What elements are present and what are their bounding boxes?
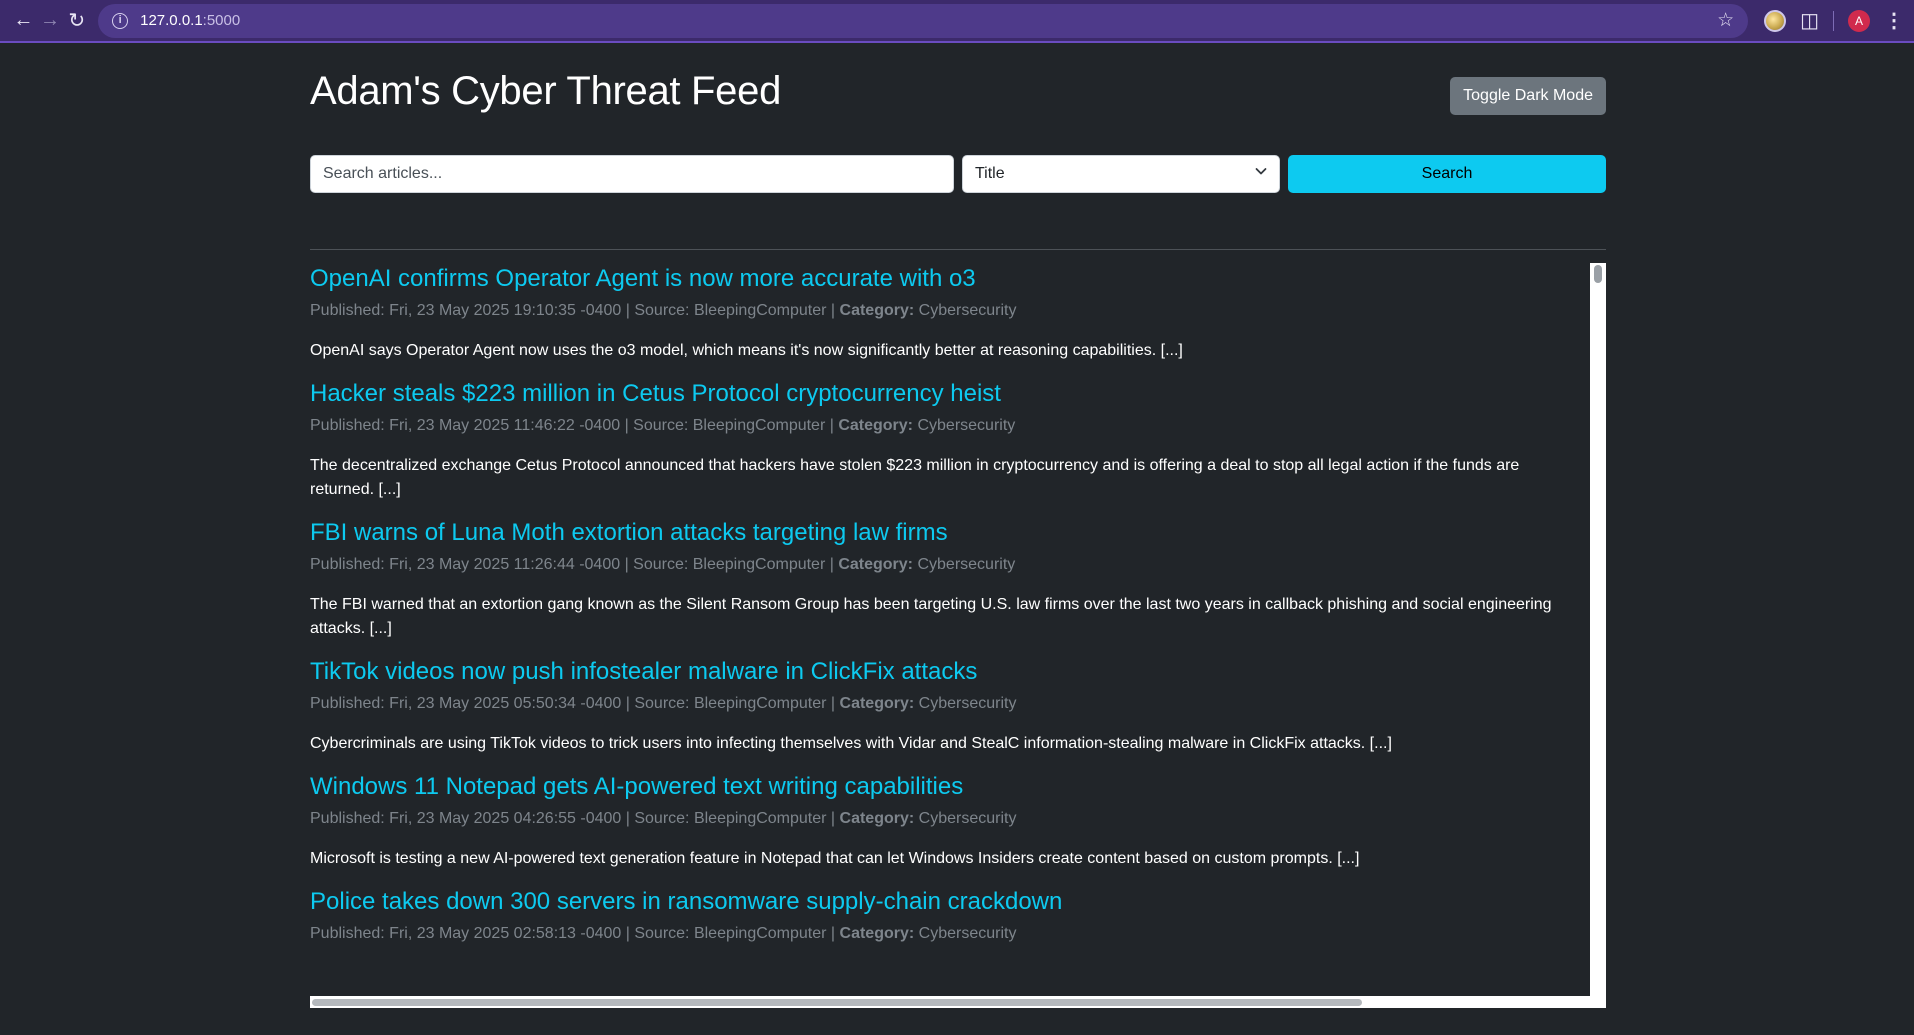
back-icon[interactable]: ← bbox=[10, 3, 37, 39]
search-field-selected: Title bbox=[975, 165, 1005, 182]
site-info-icon[interactable]: i bbox=[112, 12, 129, 29]
profile-avatar[interactable]: A bbox=[1848, 9, 1871, 32]
article-published-source: Published: Fri, 23 May 2025 05:50:34 -04… bbox=[310, 695, 840, 712]
url-port: :5000 bbox=[202, 12, 241, 29]
divider bbox=[310, 249, 1606, 250]
article-item: OpenAI confirms Operator Agent is now mo… bbox=[310, 263, 1570, 363]
category-value: Cybersecurity bbox=[914, 925, 1017, 942]
article-summary: The decentralized exchange Cetus Protoco… bbox=[310, 457, 1520, 498]
article-published-source: Published: Fri, 23 May 2025 04:26:55 -04… bbox=[310, 810, 840, 827]
bookmark-star-icon[interactable]: ☆ bbox=[1717, 9, 1734, 32]
category-label: Category: bbox=[839, 302, 915, 319]
category-label: Category: bbox=[838, 417, 914, 434]
article-summary: Microsoft is testing a new AI-powered te… bbox=[310, 850, 1360, 867]
category-label: Category: bbox=[839, 925, 915, 942]
article-title-link[interactable]: Hacker steals $223 million in Cetus Prot… bbox=[310, 378, 1570, 410]
article-feed[interactable]: OpenAI confirms Operator Agent is now mo… bbox=[310, 263, 1606, 1008]
vertical-scroll-thumb[interactable] bbox=[1594, 265, 1602, 283]
extension-icon[interactable] bbox=[1764, 9, 1787, 32]
article-meta: Published: Fri, 23 May 2025 02:58:13 -04… bbox=[310, 922, 1570, 946]
article-title-link[interactable]: Windows 11 Notepad gets AI-powered text … bbox=[310, 771, 1570, 803]
toggle-dark-mode-button[interactable]: Toggle Dark Mode bbox=[1450, 77, 1606, 115]
article-item: TikTok videos now push infostealer malwa… bbox=[310, 656, 1570, 756]
search-field-select[interactable]: Title bbox=[962, 155, 1280, 193]
article-summary: The FBI warned that an extortion gang kn… bbox=[310, 596, 1552, 637]
forward-icon[interactable]: → bbox=[37, 3, 64, 39]
article-published-source: Published: Fri, 23 May 2025 11:46:22 -04… bbox=[310, 417, 839, 434]
article-meta: Published: Fri, 23 May 2025 19:10:35 -04… bbox=[310, 299, 1570, 323]
category-value: Cybersecurity bbox=[913, 417, 1016, 434]
article-title-link[interactable]: TikTok videos now push infostealer malwa… bbox=[310, 656, 1570, 688]
url-host: 127.0.0.1 bbox=[140, 12, 203, 29]
article-published-source: Published: Fri, 23 May 2025 11:26:44 -04… bbox=[310, 556, 839, 573]
article-item: Hacker steals $223 million in Cetus Prot… bbox=[310, 378, 1570, 502]
main-container: Adam's Cyber Threat Feed Toggle Dark Mod… bbox=[310, 43, 1606, 1008]
browser-menu-icon[interactable]: ⋮ bbox=[1884, 8, 1904, 33]
article-meta: Published: Fri, 23 May 2025 04:26:55 -04… bbox=[310, 807, 1570, 831]
article-list: OpenAI confirms Operator Agent is now mo… bbox=[310, 263, 1590, 946]
category-label: Category: bbox=[839, 695, 915, 712]
article-meta: Published: Fri, 23 May 2025 05:50:34 -04… bbox=[310, 692, 1570, 716]
article-published-source: Published: Fri, 23 May 2025 02:58:13 -04… bbox=[310, 925, 840, 942]
horizontal-scrollbar[interactable] bbox=[310, 996, 1606, 1008]
chevron-down-icon bbox=[1255, 168, 1267, 175]
page: Adam's Cyber Threat Feed Toggle Dark Mod… bbox=[0, 43, 1914, 1035]
horizontal-scroll-thumb[interactable] bbox=[312, 999, 1362, 1006]
article-meta: Published: Fri, 23 May 2025 11:26:44 -04… bbox=[310, 553, 1570, 577]
search-button[interactable]: Search bbox=[1288, 155, 1606, 193]
address-bar[interactable]: i 127.0.0.1:5000 ☆ bbox=[98, 3, 1749, 38]
article-summary: OpenAI says Operator Agent now uses the … bbox=[310, 342, 1183, 359]
page-title: Adam's Cyber Threat Feed bbox=[310, 69, 782, 113]
article-item: Windows 11 Notepad gets AI-powered text … bbox=[310, 771, 1570, 871]
article-published-source: Published: Fri, 23 May 2025 19:10:35 -04… bbox=[310, 302, 840, 319]
category-label: Category: bbox=[838, 556, 914, 573]
category-value: Cybersecurity bbox=[914, 302, 1017, 319]
article-item: Police takes down 300 servers in ransomw… bbox=[310, 886, 1570, 946]
category-value: Cybersecurity bbox=[913, 556, 1016, 573]
search-bar: Title Search bbox=[310, 155, 1606, 193]
article-item: FBI warns of Luna Moth extortion attacks… bbox=[310, 517, 1570, 641]
header: Adam's Cyber Threat Feed Toggle Dark Mod… bbox=[310, 43, 1606, 155]
category-value: Cybersecurity bbox=[914, 695, 1017, 712]
article-title-link[interactable]: OpenAI confirms Operator Agent is now mo… bbox=[310, 263, 1570, 295]
reload-icon[interactable]: ↻ bbox=[63, 3, 90, 39]
article-title-link[interactable]: FBI warns of Luna Moth extortion attacks… bbox=[310, 517, 1570, 549]
vertical-scrollbar[interactable] bbox=[1590, 263, 1606, 996]
article-summary: Cybercriminals are using TikTok videos t… bbox=[310, 735, 1392, 752]
toolbar-separator bbox=[1833, 10, 1835, 31]
search-input[interactable] bbox=[310, 155, 954, 193]
category-label: Category: bbox=[839, 810, 915, 827]
browser-toolbar: ← → ↻ i 127.0.0.1:5000 ☆ ◫ A ⋮ bbox=[0, 0, 1914, 43]
article-meta: Published: Fri, 23 May 2025 11:46:22 -04… bbox=[310, 414, 1570, 438]
extensions-puzzle-icon[interactable]: ◫ bbox=[1800, 8, 1819, 33]
article-title-link[interactable]: Police takes down 300 servers in ransomw… bbox=[310, 886, 1570, 918]
category-value: Cybersecurity bbox=[914, 810, 1017, 827]
